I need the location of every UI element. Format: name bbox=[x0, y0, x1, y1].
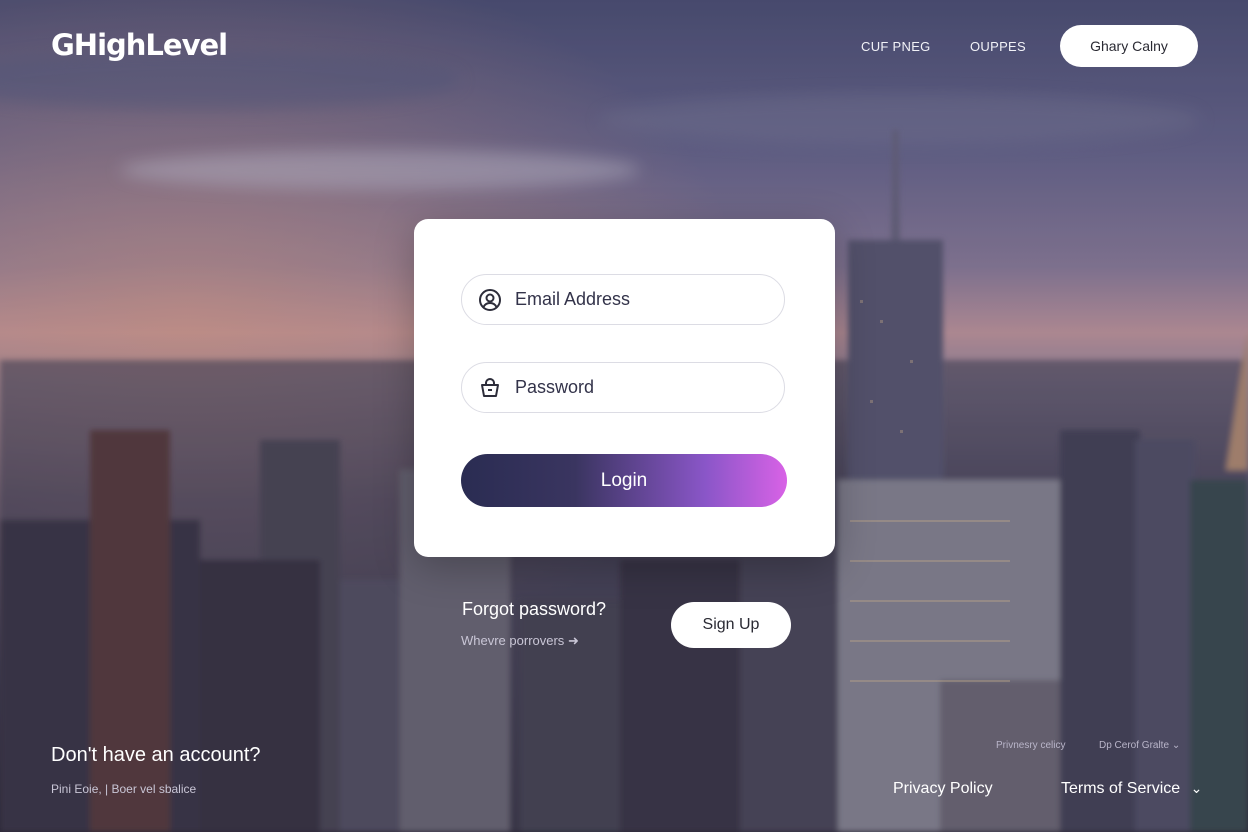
forgot-password-link[interactable]: Forgot password? bbox=[462, 599, 606, 620]
terms-of-service-link[interactable]: Terms of Service ⌄ bbox=[1061, 780, 1202, 798]
nav-link-1[interactable]: CUF PNEG bbox=[861, 39, 931, 54]
lock-basket-icon bbox=[478, 376, 502, 400]
footer-note: Pini Eoie, | Boer vel sbalice bbox=[51, 782, 197, 796]
chevron-down-icon: ⌄ bbox=[1190, 780, 1203, 796]
nav-link-2[interactable]: OUPPES bbox=[970, 39, 1026, 54]
secondary-link[interactable]: Whevre porrovers ➜ bbox=[461, 633, 579, 649]
secondary-link-label: Whevre porrovers bbox=[461, 633, 565, 648]
password-input[interactable] bbox=[513, 376, 784, 399]
email-input[interactable] bbox=[513, 288, 784, 311]
no-account-text: Don't have an account? bbox=[51, 744, 261, 766]
login-card: Login bbox=[414, 219, 835, 557]
footer-small-link-2-label: Dp Cerof Gralte bbox=[1099, 740, 1170, 751]
brand-logo: GHighLevel bbox=[51, 28, 228, 62]
login-button[interactable]: Login bbox=[461, 454, 787, 507]
header-cta-button[interactable]: Ghary Calny bbox=[1060, 25, 1198, 67]
footer-small-link-1[interactable]: Privnesry celicy bbox=[996, 740, 1065, 751]
arrow-right-icon: ➜ bbox=[567, 633, 579, 648]
password-field[interactable] bbox=[461, 362, 785, 413]
chevron-down-icon: ⌄ bbox=[1171, 740, 1181, 751]
terms-label: Terms of Service bbox=[1061, 780, 1181, 797]
privacy-policy-link[interactable]: Privacy Policy bbox=[893, 780, 993, 798]
email-field[interactable] bbox=[461, 274, 785, 325]
user-circle-icon bbox=[478, 288, 502, 312]
footer-small-link-2[interactable]: Dp Cerof Gralte ⌄ bbox=[1099, 740, 1180, 751]
signup-button[interactable]: Sign Up bbox=[671, 602, 791, 648]
